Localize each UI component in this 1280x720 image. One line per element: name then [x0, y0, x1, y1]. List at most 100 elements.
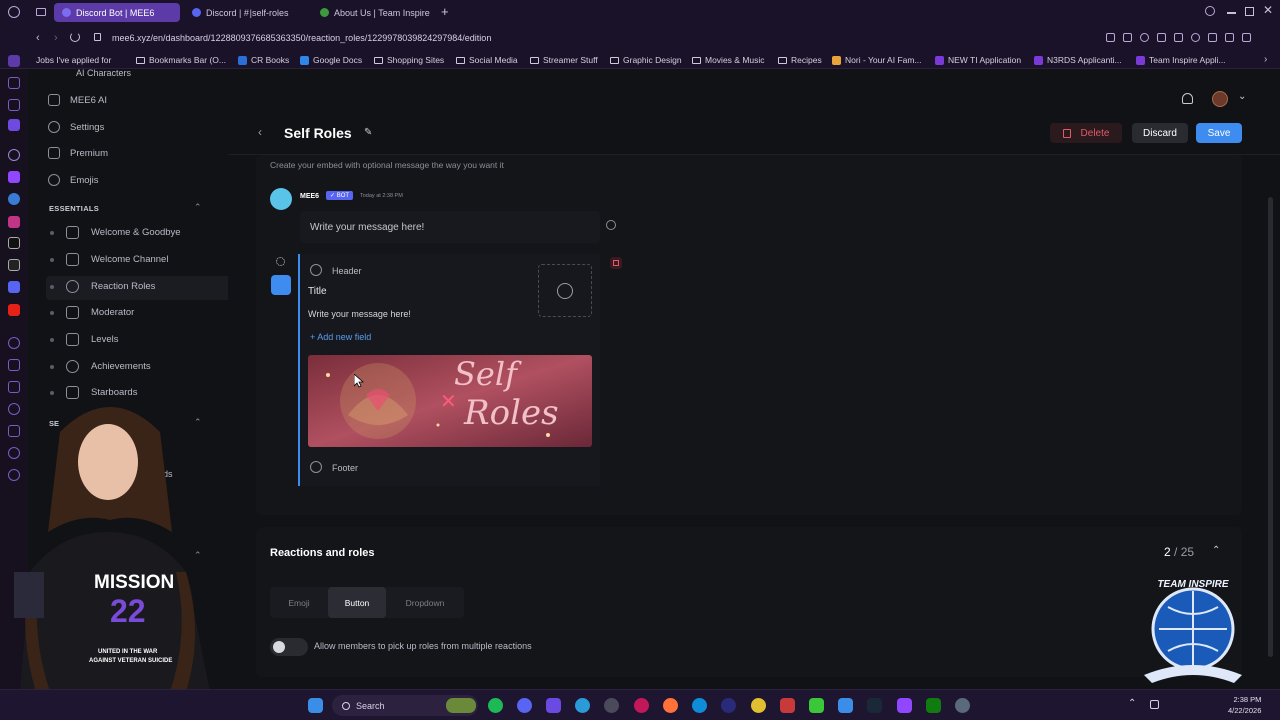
footer-icon[interactable]: [310, 461, 322, 473]
chevron-down-icon[interactable]: ⌄: [1238, 91, 1246, 102]
multi-pick-toggle[interactable]: [270, 638, 308, 656]
embed-image[interactable]: Self Roles ✕: [308, 355, 592, 447]
heart-icon[interactable]: [1191, 33, 1200, 42]
tray-overflow-icon[interactable]: ⌃: [1128, 698, 1136, 709]
sidebar-app-icon[interactable]: [8, 119, 20, 131]
sidebar-item-reaction-roles[interactable]: Reaction Roles: [50, 280, 155, 293]
embed-footer-field[interactable]: Footer: [332, 463, 358, 473]
close-window-icon[interactable]: ✕: [1263, 3, 1273, 17]
instagram-icon[interactable]: [8, 216, 20, 228]
shield-icon[interactable]: [1140, 33, 1149, 42]
twitch-icon[interactable]: [8, 171, 20, 183]
app-taskbar-icon[interactable]: [604, 698, 619, 713]
discord-taskbar-icon[interactable]: [517, 698, 532, 713]
bookmark-item[interactable]: Graphic Design: [610, 55, 682, 65]
bookmark-item[interactable]: Google Docs: [300, 55, 362, 65]
app-taskbar-icon[interactable]: [897, 698, 912, 713]
x-icon[interactable]: [8, 259, 20, 271]
firefox-icon[interactable]: [663, 698, 678, 713]
embed-header-field[interactable]: Header: [332, 266, 362, 276]
xbox-icon[interactable]: [926, 698, 941, 713]
steam-icon[interactable]: [867, 698, 882, 713]
sidebar-item-partial[interactable]: AI Characters: [76, 68, 131, 76]
discord-icon[interactable]: [8, 281, 20, 293]
sidebar-item-premium[interactable]: Premium: [48, 147, 108, 159]
sidebar-item-welcome-goodbye[interactable]: Welcome & Goodbye: [50, 226, 181, 239]
tab-mee6[interactable]: Discord Bot | MEE6: [54, 3, 180, 22]
chrome-icon[interactable]: [751, 698, 766, 713]
clock[interactable]: 2:38 PM 4/22/2026: [1228, 694, 1261, 716]
search-tabs-icon[interactable]: [1205, 6, 1215, 16]
spotify-icon[interactable]: [488, 698, 503, 713]
discard-button[interactable]: Discard: [1132, 123, 1188, 143]
embed-description-field[interactable]: Write your message here!: [308, 309, 411, 319]
bookmark-item[interactable]: N3RDS Applicanti...: [1034, 55, 1122, 65]
sidebar-person-icon[interactable]: [8, 77, 20, 89]
bookmark-item[interactable]: Nori - Your AI Fam...: [832, 55, 922, 65]
tab-dropdown[interactable]: Dropdown: [386, 587, 464, 618]
sidebar-app-icon[interactable]: [8, 149, 20, 161]
bookmarks-overflow-icon[interactable]: ›: [1264, 54, 1267, 65]
downloads-icon[interactable]: [1225, 33, 1234, 42]
app-taskbar-icon[interactable]: [780, 698, 795, 713]
edit-title-icon[interactable]: ✎: [364, 127, 372, 138]
add-field-button[interactable]: + Add new field: [310, 332, 371, 342]
bookmark-item[interactable]: Team Inspire Appli...: [1136, 55, 1226, 65]
opera-icon[interactable]: [634, 698, 649, 713]
bookmark-item[interactable]: Jobs I've applied for: [36, 55, 111, 65]
tab-emoji[interactable]: Emoji: [270, 587, 328, 618]
back-arrow-icon[interactable]: ‹: [258, 125, 262, 139]
play-icon[interactable]: [1174, 33, 1183, 42]
back-icon[interactable]: ‹: [36, 32, 40, 44]
tiktok-icon[interactable]: [8, 237, 20, 249]
bookmark-item[interactable]: Shopping Sites: [374, 55, 444, 65]
sidebar-item-achievements[interactable]: Achievements: [50, 360, 151, 373]
youtube-icon[interactable]: [8, 304, 20, 316]
sidebar-app-icon[interactable]: [8, 99, 20, 111]
bookmark-item[interactable]: Recipes: [778, 55, 822, 65]
start-icon[interactable]: [308, 698, 323, 713]
puzzle-icon[interactable]: [1208, 33, 1217, 42]
sidebar-item-levels[interactable]: Levels: [50, 333, 118, 346]
sidebar-item-welcome-channel[interactable]: Welcome Channel: [50, 253, 168, 266]
bell-icon[interactable]: [1182, 93, 1193, 104]
message-input[interactable]: Write your message here!: [300, 211, 600, 243]
bookmark-item[interactable]: CR Books: [238, 55, 289, 65]
bookmark-item[interactable]: Social Media: [456, 55, 518, 65]
bookmark-item[interactable]: Movies & Music: [692, 55, 765, 65]
tab-button[interactable]: Button: [328, 587, 386, 618]
bookmark-item[interactable]: Bookmarks Bar (O...: [136, 55, 226, 65]
delete-button[interactable]: Delete: [1050, 123, 1122, 143]
maximize-icon[interactable]: [1245, 7, 1254, 16]
new-tab-button[interactable]: +: [441, 4, 449, 19]
screenshot-icon[interactable]: [1123, 33, 1132, 42]
tab-discord[interactable]: Discord | # |self-roles: [184, 3, 308, 22]
forward-icon[interactable]: ›: [54, 32, 58, 44]
pin-icon[interactable]: [1106, 33, 1115, 42]
remove-image-icon[interactable]: ✕: [440, 389, 457, 414]
settings-taskbar-icon[interactable]: [955, 698, 970, 713]
header-avatar-icon[interactable]: [310, 264, 322, 276]
user-avatar[interactable]: [1212, 91, 1228, 107]
tab-team-inspire[interactable]: About Us | Team Inspire: [312, 3, 438, 22]
delete-embed-button[interactable]: [610, 257, 622, 269]
browser-menu-icon[interactable]: [8, 6, 20, 18]
info-icon[interactable]: [606, 220, 616, 230]
collapse-reactions-icon[interactable]: ⌃: [1212, 545, 1220, 556]
edge-icon[interactable]: [692, 698, 707, 713]
taskbar-search[interactable]: Search: [332, 695, 478, 716]
thumbnail-upload[interactable]: [538, 264, 592, 317]
sidebar-item-mee6-ai[interactable]: MEE6 AI: [48, 94, 107, 106]
reload-icon[interactable]: [70, 32, 80, 42]
site-info-icon[interactable]: [94, 33, 101, 41]
tab-list-icon[interactable]: [36, 8, 46, 16]
sidebar-item-emojis[interactable]: Emojis: [48, 174, 99, 186]
bookmark-star-icon[interactable]: [1157, 33, 1166, 42]
app-taskbar-icon[interactable]: [721, 698, 736, 713]
sidebar-app-icon[interactable]: [8, 337, 20, 349]
save-button[interactable]: Save: [1196, 123, 1242, 143]
app-taskbar-icon[interactable]: [575, 698, 590, 713]
embed-title-field[interactable]: Title: [308, 286, 327, 297]
sidebar-app-icon[interactable]: [8, 55, 20, 67]
bookmark-item[interactable]: Streamer Stuff: [530, 55, 598, 65]
